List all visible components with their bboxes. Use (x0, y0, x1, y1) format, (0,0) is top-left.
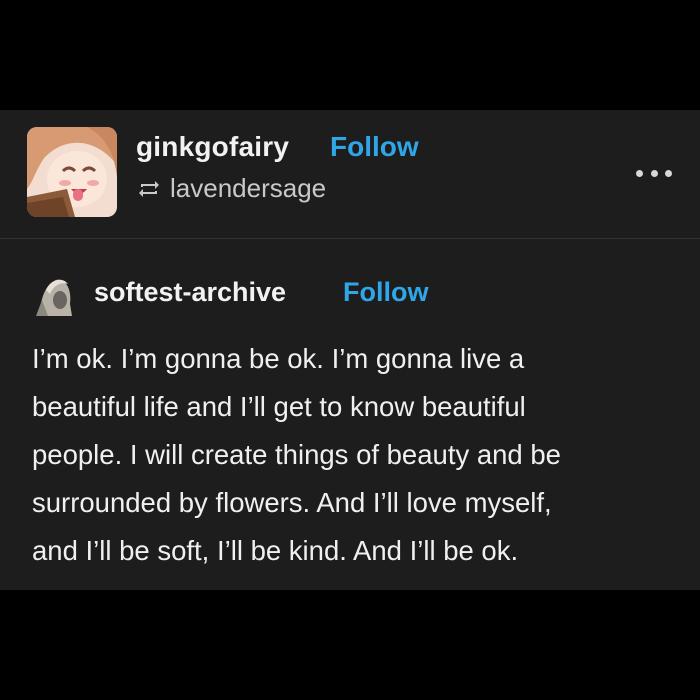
post-text-line: and I’ll be soft, I’ll be kind. And I’ll… (32, 535, 519, 566)
source-avatar[interactable] (32, 270, 78, 316)
post-card: ginkgofairy Follow lavendersage softest-… (0, 110, 700, 590)
source-avatar-image (32, 270, 78, 316)
reblogged-from-name[interactable]: lavendersage (170, 173, 326, 204)
reblog-source-row: lavendersage (136, 173, 326, 204)
post-body: I’m ok. I’m gonna be ok. I’m gonna live … (32, 335, 672, 575)
more-options-button[interactable] (636, 164, 672, 182)
post-text-line: surrounded by flowers. And I’ll love mys… (32, 487, 552, 518)
avatar-image (27, 127, 117, 217)
screenshot-frame: ginkgofairy Follow lavendersage softest-… (0, 0, 700, 700)
avatar[interactable] (27, 127, 117, 217)
ellipsis-icon (636, 169, 643, 177)
post-text-line: people. I will create things of beauty a… (32, 439, 561, 470)
source-follow-button[interactable]: Follow (343, 277, 428, 308)
post-text-line: I’m ok. I’m gonna be ok. I’m gonna live … (32, 343, 525, 374)
source-author-name[interactable]: softest-archive (94, 277, 286, 308)
post-header: ginkgofairy Follow lavendersage (0, 110, 700, 239)
ellipsis-icon (665, 169, 672, 177)
post-text-line: beautiful life and I’ll get to know beau… (32, 391, 526, 422)
reblog-icon (139, 180, 159, 197)
follow-button[interactable]: Follow (330, 131, 419, 163)
ellipsis-icon (650, 169, 658, 177)
post-author-name[interactable]: ginkgofairy (136, 131, 289, 163)
